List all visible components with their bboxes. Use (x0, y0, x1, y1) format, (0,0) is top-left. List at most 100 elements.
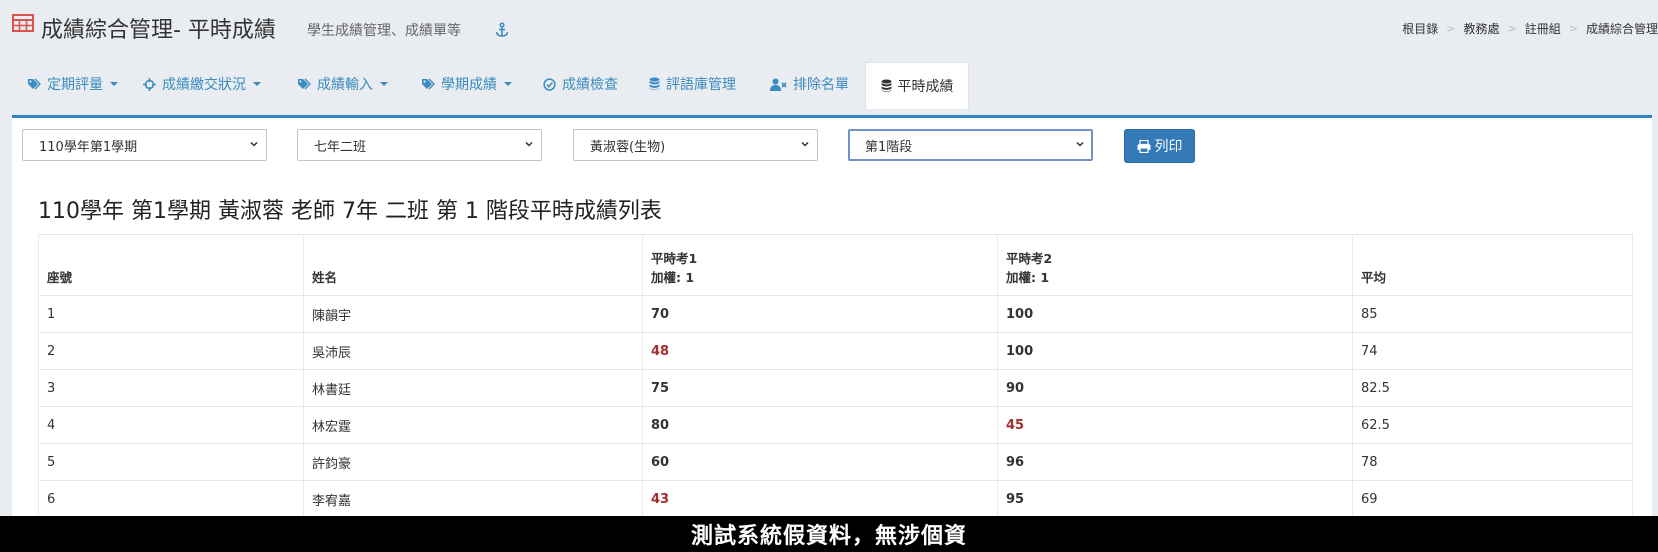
breadcrumb-separator: > (1568, 22, 1578, 35)
stage-select-value: 第1階段 (865, 139, 913, 155)
table-row: 1 陳韻宇 70 100 85 (38, 295, 1633, 333)
table-icon (12, 14, 34, 32)
header-quiz1: 平時考1 加權: 1 (642, 234, 998, 296)
cell-quiz1: 80 (642, 406, 998, 444)
notice-banner: 測試系統假資料，無涉個資 (0, 516, 1658, 552)
cell-seat: 5 (38, 443, 304, 481)
tab-score-input[interactable]: 成績輸入 (297, 62, 388, 106)
page-title: 成績綜合管理- 平時成績 (41, 18, 276, 43)
user-times-icon (770, 78, 787, 91)
breadcrumb-item-academic-affairs[interactable]: 教務處 (1464, 20, 1500, 37)
cell-average: 85 (1352, 295, 1633, 333)
cell-quiz1: 43 (642, 480, 998, 518)
main-panel: 110學年第1學期 七年二班 黃淑蓉(生物) 第1階段 列印 110學年 第1學… (12, 118, 1652, 552)
tab-comment-library[interactable]: 評語庫管理 (649, 62, 736, 106)
chevron-down-icon (801, 141, 809, 147)
tab-label: 平時成績 (897, 79, 954, 95)
cell-average: 62.5 (1352, 406, 1633, 444)
cell-average: 74 (1352, 332, 1633, 370)
chevron-down-icon (110, 82, 118, 86)
tab-label: 成績繳交狀況 (162, 77, 246, 93)
tab-label: 成績檢查 (562, 77, 618, 93)
chevron-down-icon (525, 141, 533, 147)
table-header-row: 座號 姓名 平時考1 加權: 1 平時考2 加權: 1 平均 (38, 234, 1633, 296)
header-quiz2-weight: 加權: 1 (1006, 270, 1050, 285)
header-quiz1-weight: 加權: 1 (651, 270, 695, 285)
breadcrumb-item-registration[interactable]: 註冊組 (1525, 20, 1561, 37)
class-select-value: 七年二班 (314, 139, 367, 155)
print-icon (1137, 139, 1150, 153)
cell-average: 78 (1352, 443, 1633, 481)
header-quiz2-title: 平時考2 (1006, 251, 1053, 266)
semester-select-value: 110學年第1學期 (39, 139, 138, 155)
header-seat: 座號 (38, 234, 304, 296)
tab-label: 評語庫管理 (666, 77, 736, 93)
header-quiz2: 平時考2 加權: 1 (997, 234, 1353, 296)
cell-quiz2: 100 (997, 295, 1353, 333)
tags-icon (28, 78, 41, 89)
header-average: 平均 (1352, 234, 1633, 296)
tags-icon (298, 78, 311, 89)
cell-name: 林宏霆 (303, 406, 643, 444)
header-quiz1-title: 平時考1 (651, 251, 698, 266)
breadcrumb-item-current: 成績綜合管理 (1585, 22, 1658, 36)
table-row: 2 吳沛辰 48 100 74 (38, 332, 1633, 370)
tab-score-submission[interactable]: 成績繳交狀況 (143, 62, 261, 106)
tab-periodic-assessment[interactable]: 定期評量 (27, 62, 118, 106)
cell-quiz2: 90 (997, 369, 1353, 407)
scores-table: 座號 姓名 平時考1 加權: 1 平時考2 加權: 1 平均 1 陳韻宇 70 … (38, 234, 1633, 518)
cell-quiz2: 96 (997, 443, 1353, 481)
tags-icon (422, 78, 435, 89)
breadcrumb: 根目錄 > 教務處 > 註冊組 > 成績綜合管理 (1402, 20, 1658, 37)
cell-quiz1: 75 (642, 369, 998, 407)
chevron-down-icon (253, 82, 261, 86)
database-icon (881, 79, 891, 92)
tab-regular-scores[interactable]: 平時成績 (865, 62, 969, 109)
cell-quiz1: 60 (642, 443, 998, 481)
list-title: 110學年 第1學期 黃淑蓉 老師 7年 二班 第 1 階段平時成績列表 (38, 199, 662, 224)
nav-tabs: 定期評量 成績繳交狀況 成績輸入 學期成績 成績檢查 評語庫管理 排除名單 平時… (12, 62, 1652, 109)
tab-label: 排除名單 (793, 77, 849, 93)
cell-name: 許鈞豪 (303, 443, 643, 481)
tab-semester-score[interactable]: 學期成績 (421, 62, 512, 106)
cell-name: 林書廷 (303, 369, 643, 407)
tab-label: 定期評量 (47, 77, 103, 93)
cell-quiz1: 70 (642, 295, 998, 333)
cell-quiz2: 45 (997, 406, 1353, 444)
anchor-icon[interactable] (494, 22, 510, 38)
cell-name: 李宥嘉 (303, 480, 643, 518)
cell-average: 82.5 (1352, 369, 1633, 407)
cell-average: 69 (1352, 480, 1633, 518)
chevron-down-icon (250, 141, 258, 147)
breadcrumb-item-root[interactable]: 根目錄 (1402, 20, 1438, 37)
cell-name: 吳沛辰 (303, 332, 643, 370)
cell-name: 陳韻宇 (303, 295, 643, 333)
page-header: 成績綜合管理- 平時成績 學生成績管理、成績單等 根目錄 > 教務處 > 註冊組… (0, 0, 1658, 56)
class-select[interactable]: 七年二班 (297, 129, 542, 161)
table-row: 3 林書廷 75 90 82.5 (38, 369, 1633, 407)
tab-label: 成績輸入 (317, 77, 373, 93)
cell-seat: 1 (38, 295, 304, 333)
chevron-down-icon (1076, 141, 1084, 147)
table-row: 5 許鈞豪 60 96 78 (38, 443, 1633, 481)
cell-seat: 2 (38, 332, 304, 370)
tab-score-check[interactable]: 成績檢查 (543, 62, 618, 106)
cell-quiz1: 48 (642, 332, 998, 370)
cell-seat: 6 (38, 480, 304, 518)
print-button[interactable]: 列印 (1124, 129, 1195, 163)
database-icon (649, 77, 660, 90)
page-subtitle: 學生成績管理、成績單等 (307, 23, 461, 39)
teacher-select[interactable]: 黃淑蓉(生物) (573, 129, 818, 161)
tab-label: 學期成績 (441, 77, 497, 93)
cell-quiz2: 95 (997, 480, 1353, 518)
semester-select[interactable]: 110學年第1學期 (22, 129, 267, 161)
table-row: 4 林宏霆 80 45 62.5 (38, 406, 1633, 444)
crosshairs-icon (143, 77, 156, 91)
print-button-label: 列印 (1154, 139, 1183, 155)
stage-select[interactable]: 第1階段 (848, 129, 1093, 161)
tab-exclusion-list[interactable]: 排除名單 (770, 62, 849, 106)
chevron-down-icon (504, 82, 512, 86)
chevron-down-icon (380, 82, 388, 86)
cell-seat: 3 (38, 369, 304, 407)
cell-quiz2: 100 (997, 332, 1353, 370)
